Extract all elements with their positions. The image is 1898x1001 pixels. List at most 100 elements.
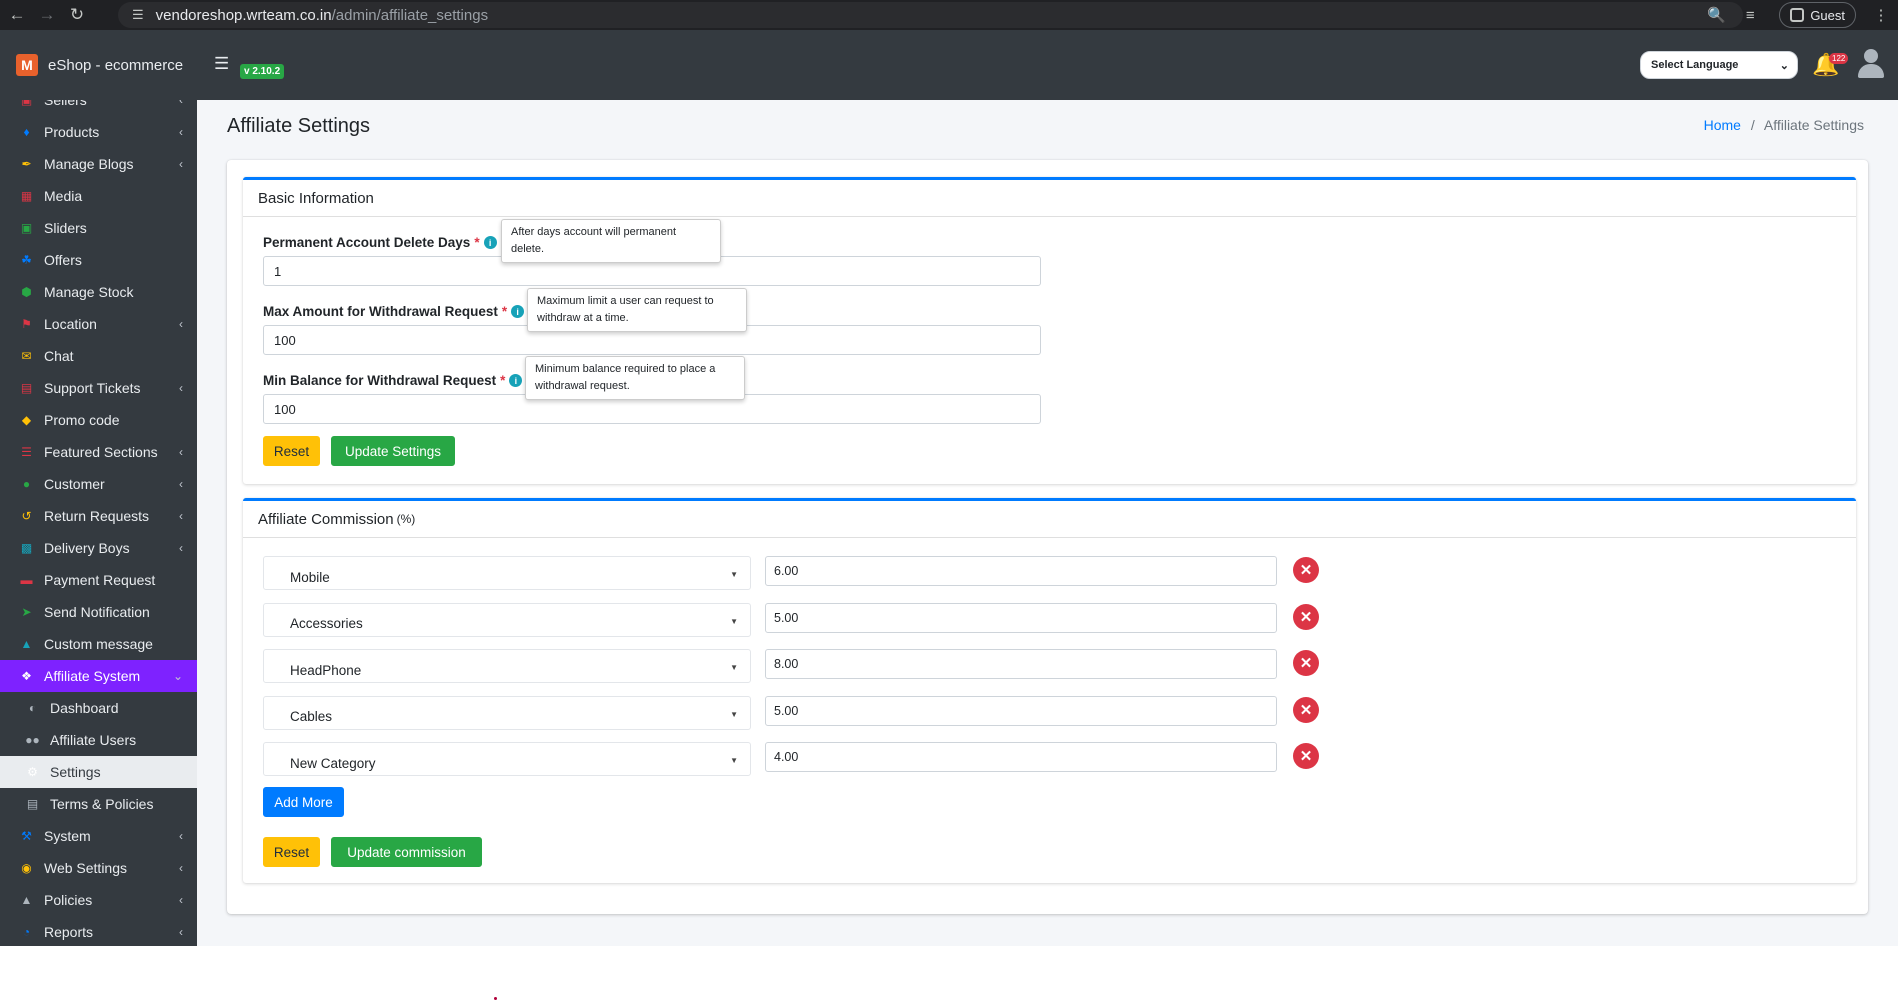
sidebar-item-reports[interactable]: ◔ Reports ‹ <box>0 916 197 946</box>
sidebar-item-sellers[interactable]: ▣ Sellers ‹ <box>0 100 197 116</box>
caret-down-icon: ▼ <box>730 709 738 719</box>
sidebar-item-manage-blogs[interactable]: ✒ Manage Blogs ‹ <box>0 148 197 180</box>
commission-value-input[interactable]: 8.00 <box>765 649 1277 679</box>
commission-value-input[interactable]: 5.00 <box>765 602 1277 633</box>
sidebar-item-label: Sliders <box>44 220 87 236</box>
sidebar-item-label: Policies <box>44 892 93 908</box>
chevron-left-icon: ‹ <box>179 829 183 843</box>
palette-icon: ◉ <box>21 861 32 875</box>
info-icon[interactable]: i <box>511 305 525 318</box>
update-commission-button[interactable]: Update commission <box>331 837 482 867</box>
sidebar-item-products[interactable]: ♦ Products ‹ <box>0 116 197 148</box>
sidebar-item-label: Terms & Policies <box>50 796 154 812</box>
cubes-icon: ♦ <box>23 125 30 139</box>
sidebar-item-promo-code[interactable]: ◆ Promo code <box>0 404 197 436</box>
forward-icon[interactable]: → <box>34 2 60 28</box>
card-title: Basic Information <box>258 189 374 207</box>
reset-commission-button[interactable]: Reset <box>263 837 320 867</box>
brand[interactable]: M eShop - ecommerce <box>0 30 197 100</box>
site-settings-icon[interactable]: ☰ <box>132 7 144 23</box>
reload-icon[interactable]: ↻ <box>64 2 90 28</box>
sidebar-item-custom-message[interactable]: ▲ Custom message <box>0 628 197 660</box>
sidebar-item-system[interactable]: ⚒ System ‹ <box>0 820 197 852</box>
sidebar-item-send-notification[interactable]: ➤ Send Notification <box>0 596 197 628</box>
sidebar-item-policies[interactable]: ▲ Policies ‹ <box>0 884 197 916</box>
sidebar-item-manage-stock[interactable]: ⬢ Manage Stock <box>0 276 197 308</box>
hamburger-icon[interactable]: ☰ <box>214 54 229 74</box>
update-settings-button[interactable]: Update Settings <box>331 436 455 466</box>
add-more-button[interactable]: Add More <box>263 787 344 817</box>
sidebar-item-customer[interactable]: ● Customer ‹ <box>0 468 197 500</box>
sidebar-item-offers[interactable]: ☘ Offers <box>0 244 197 276</box>
chevron-left-icon: ‹ <box>179 317 183 331</box>
commission-value-input[interactable]: 4.00 <box>765 742 1277 772</box>
sidebar-item-label: Dashboard <box>50 700 119 716</box>
category-select[interactable]: HeadPhone ▼ <box>263 649 751 683</box>
breadcrumb-home-link[interactable]: Home <box>1704 117 1741 133</box>
back-icon[interactable]: ← <box>4 2 30 28</box>
tab-search-icon[interactable]: ≡ <box>1733 7 1767 24</box>
sidebar-item-support-tickets[interactable]: ▤ Support Tickets ‹ <box>0 372 197 404</box>
chevron-down-icon: ⌄ <box>172 669 183 683</box>
promo-icon: ◆ <box>21 413 32 427</box>
zoom-icon[interactable]: 🔍 <box>1699 6 1733 24</box>
profile-button[interactable]: Guest <box>1779 2 1856 28</box>
info-icon[interactable]: i <box>509 374 523 387</box>
min-balance-label: Min Balance for Withdrawal Request <box>263 373 497 388</box>
remove-row-button[interactable]: ✕ <box>1293 603 1319 630</box>
category-select[interactable]: Cables ▼ <box>263 695 751 730</box>
sidebar-item-affiliate-users[interactable]: ●● Affiliate Users <box>0 724 197 756</box>
commission-value-input[interactable]: 6.00 <box>765 556 1277 586</box>
sidebar-item-delivery-boys[interactable]: ▩ Delivery Boys ‹ <box>0 532 197 564</box>
money-icon: ▬ <box>20 573 33 587</box>
reset-settings-button[interactable]: Reset <box>263 436 320 466</box>
basic-information-card: Basic Information Permanent Account Dele… <box>243 177 1856 484</box>
notification-badge: 122 <box>1829 53 1849 64</box>
blog-icon: ✒ <box>21 157 32 171</box>
chevron-down-icon: ⌄ <box>1779 59 1789 72</box>
sidebar-item-featured-sections[interactable]: ☰ Featured Sections ‹ <box>0 436 197 468</box>
sidebar-item-location[interactable]: ⚑ Location ‹ <box>0 308 197 340</box>
layers-icon: ☰ <box>21 445 32 459</box>
sidebar-item-affiliate-system[interactable]: ❖ Affiliate System ⌄ <box>0 660 197 692</box>
sidebar-item-web-settings[interactable]: ◉ Web Settings ‹ <box>0 852 197 884</box>
user-avatar-icon[interactable] <box>1858 49 1884 79</box>
sidebar-item-affiliate-settings[interactable]: ⚙ Settings <box>0 756 197 788</box>
sidebar-item-terms-policies[interactable]: ▤ Terms & Policies <box>0 788 197 820</box>
sidebar-item-sliders[interactable]: ▣ Sliders <box>0 212 197 244</box>
users-icon: ●● <box>25 733 40 747</box>
bell-icon: ▲ <box>20 637 33 651</box>
sidebar-item-chat[interactable]: ✉ Chat <box>0 340 197 372</box>
sidebar-item-media[interactable]: ▦ Media <box>0 180 197 212</box>
commission-value-input[interactable]: 5.00 <box>765 695 1277 726</box>
remove-row-button[interactable]: ✕ <box>1293 696 1319 723</box>
sidebar-item-label: Manage Blogs <box>44 156 134 172</box>
sidebar-item-return-requests[interactable]: ↺ Return Requests ‹ <box>0 500 197 532</box>
remove-row-button[interactable]: ✕ <box>1293 743 1319 769</box>
remove-row-button[interactable]: ✕ <box>1293 557 1319 583</box>
chevron-left-icon: ‹ <box>179 445 183 459</box>
chevron-left-icon: ‹ <box>179 541 183 555</box>
address-bar[interactable]: ☰ vendoreshop.wrteam.co.in /admin/affili… <box>118 2 1743 28</box>
chevron-left-icon: ‹ <box>179 100 183 107</box>
sidebar-item-affiliate-dashboard[interactable]: ◐ Dashboard <box>0 692 197 724</box>
chevron-left-icon: ‹ <box>179 509 183 523</box>
wrench-icon: ⚒ <box>21 829 32 843</box>
caret-down-icon: ▼ <box>730 616 738 626</box>
card-title: Affiliate Commission <box>258 510 394 528</box>
sidebar-item-label: Payment Request <box>44 572 156 588</box>
remove-row-button[interactable]: ✕ <box>1293 650 1319 676</box>
stray-dot <box>494 997 497 1000</box>
menu-icon[interactable]: ⋮ <box>1864 6 1898 24</box>
category-select[interactable]: Mobile ▼ <box>263 556 751 590</box>
sidebar-item-label: Sellers <box>44 100 87 108</box>
category-select[interactable]: Accessories ▼ <box>263 602 751 637</box>
category-select[interactable]: New Category ▼ <box>263 742 751 776</box>
sidebar-item-label: Web Settings <box>44 860 128 876</box>
card-header: Basic Information <box>243 180 1856 217</box>
chevron-left-icon: ‹ <box>179 861 183 875</box>
version-badge: v 2.10.2 <box>240 64 285 79</box>
sidebar-item-payment-request[interactable]: ▬ Payment Request <box>0 564 197 596</box>
language-select[interactable]: Select Language ⌄ <box>1640 51 1798 79</box>
info-icon[interactable]: i <box>483 236 497 249</box>
